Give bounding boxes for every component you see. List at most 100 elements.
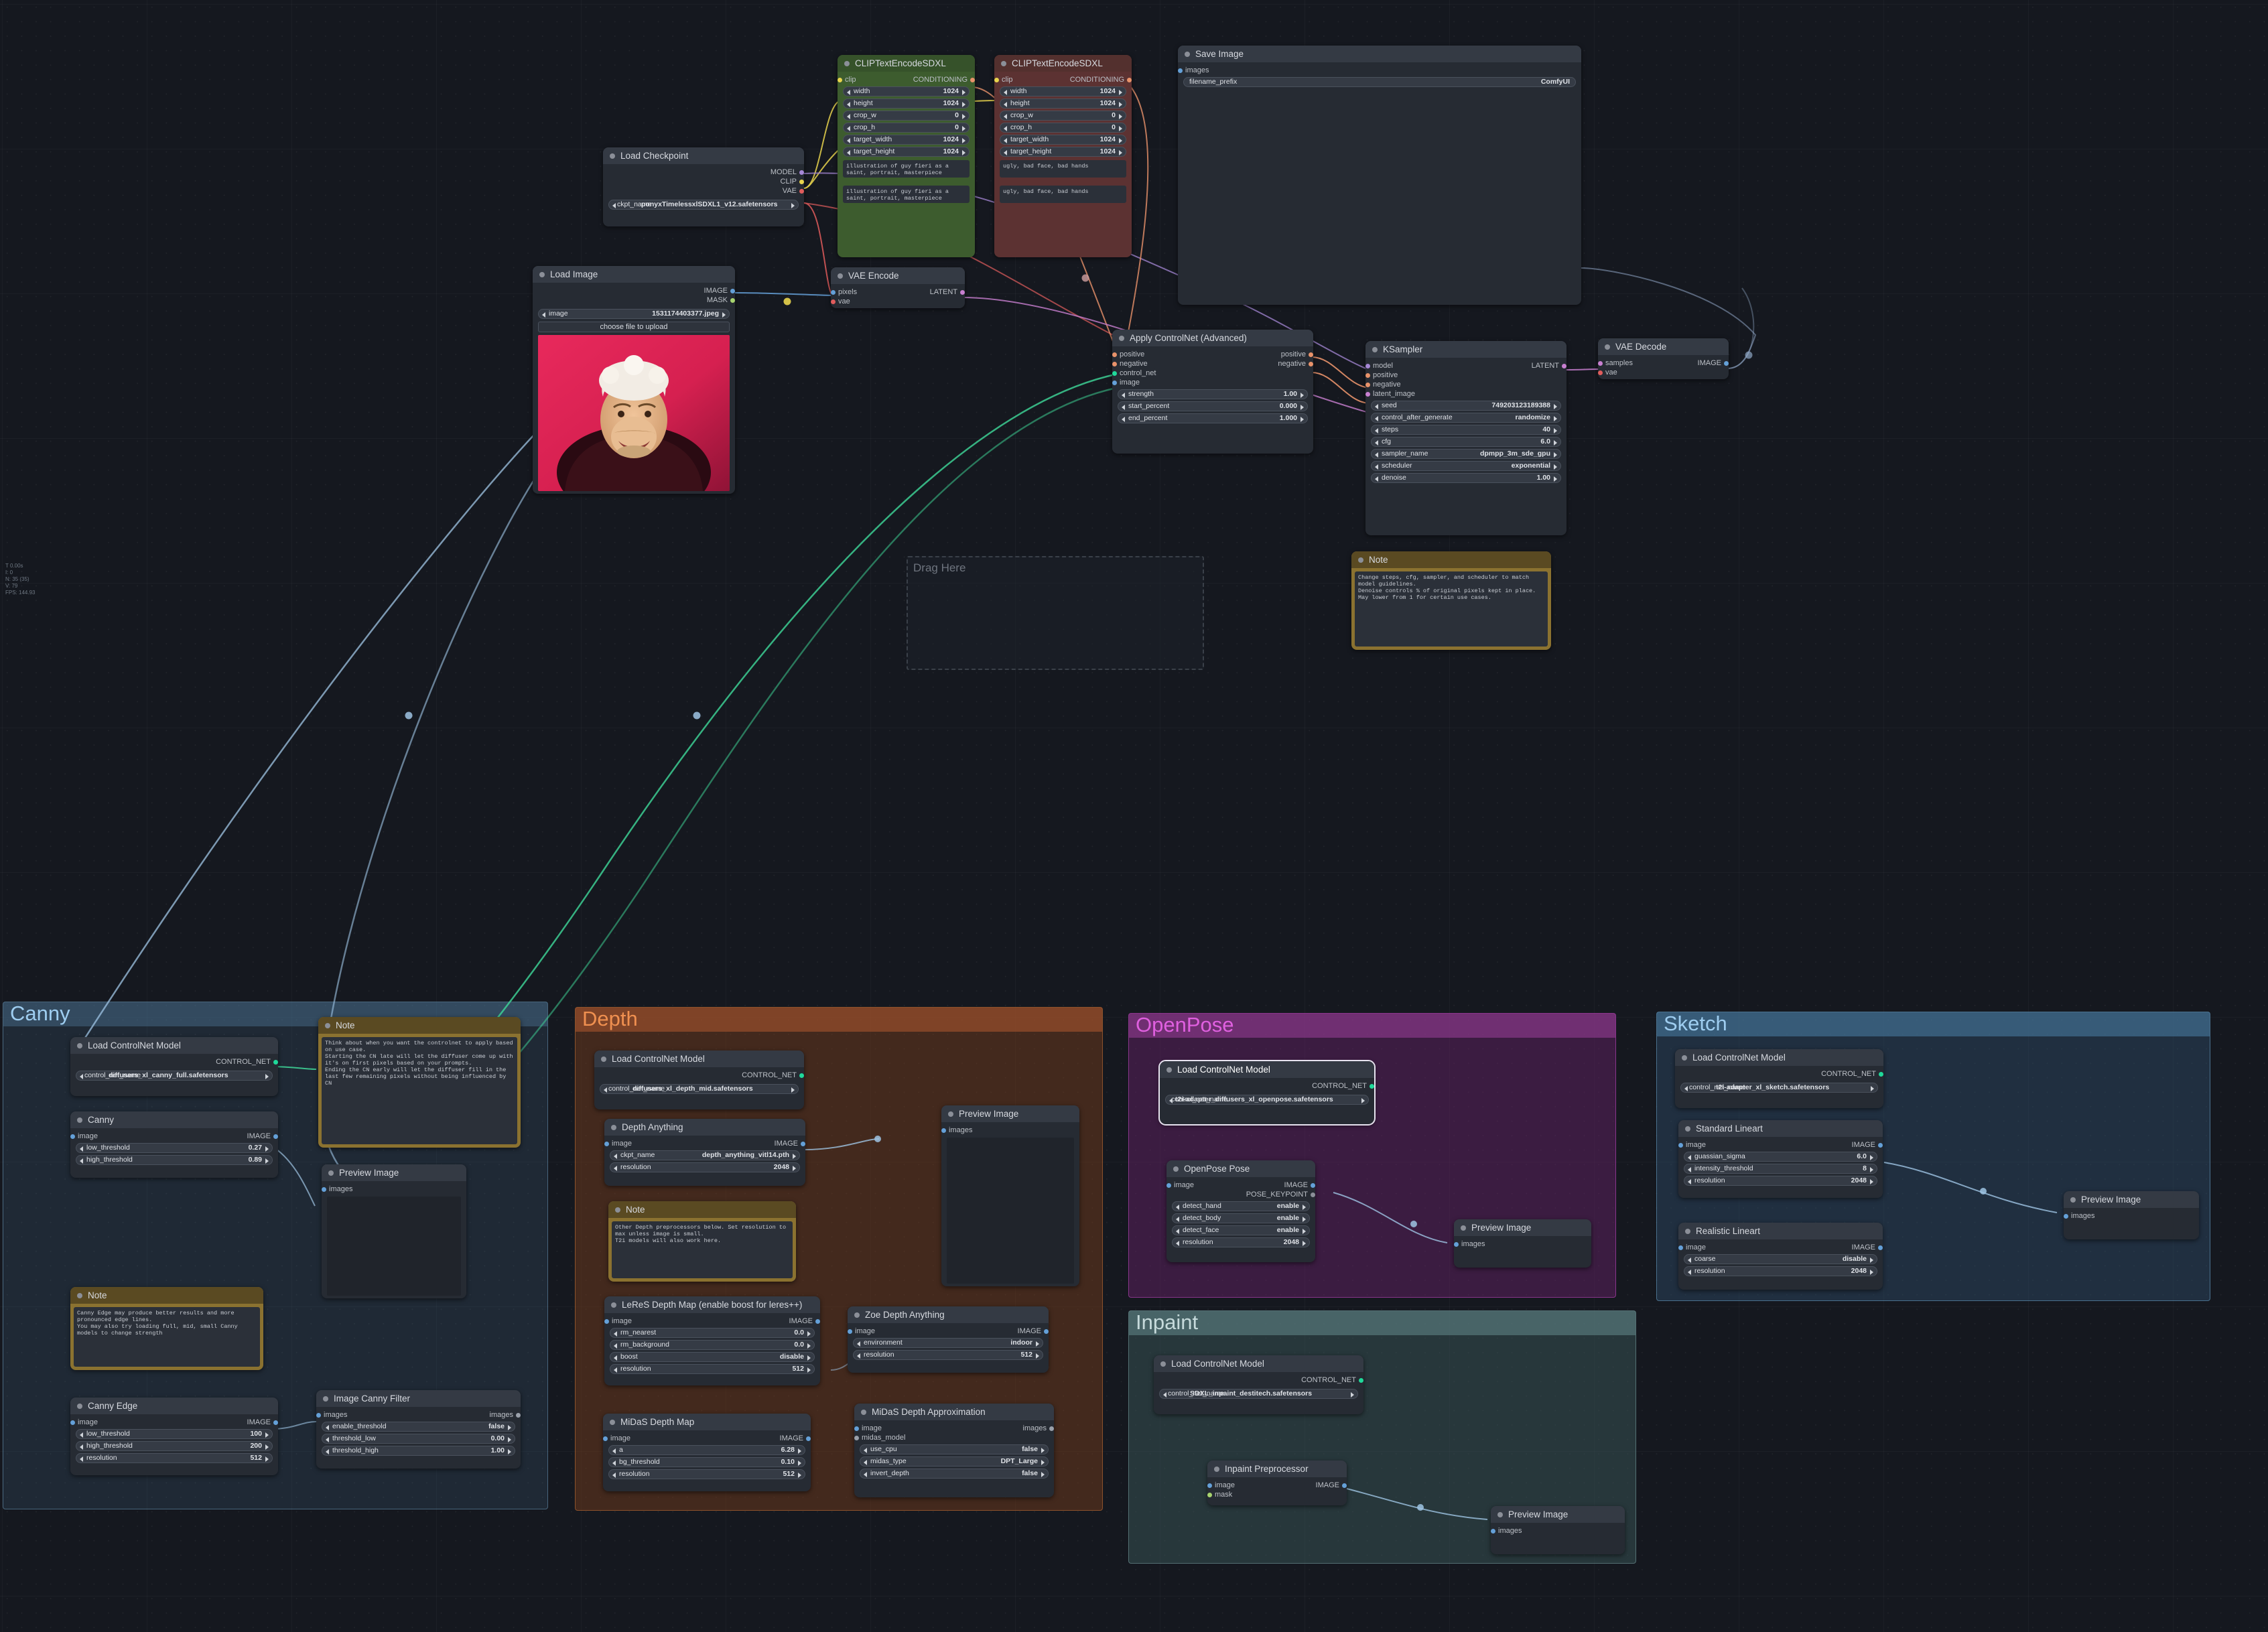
- widget-environment[interactable]: environment indoor: [853, 1338, 1043, 1348]
- note-text[interactable]: Think about when you want the controlnet…: [322, 1037, 517, 1144]
- image-input-dot[interactable]: [1112, 380, 1117, 385]
- note-text[interactable]: Canny Edge may produce better results an…: [74, 1307, 260, 1367]
- node-cliptextencodesdxl-negative[interactable]: CLIPTextEncodeSDXL clip CONDITIONING wid…: [994, 55, 1132, 257]
- image-output-dot[interactable]: [1878, 1245, 1883, 1250]
- image-input-dot[interactable]: [1166, 1182, 1171, 1188]
- negative-output-dot[interactable]: [1309, 361, 1313, 366]
- widget-ckpt-name[interactable]: ckpt_name ponyxTimelessxlSDXL1_v12.safet…: [608, 200, 799, 210]
- widget-width[interactable]: width 1024: [843, 86, 970, 96]
- widget-enable-threshold[interactable]: enable_threshold false: [322, 1422, 515, 1432]
- text-g-field[interactable]: ugly, bad face, bad hands: [1000, 160, 1126, 178]
- node-load-controlnet-model-canny[interactable]: Load ControlNet Model CONTROL_NET contro…: [70, 1037, 278, 1096]
- positive-input-dot[interactable]: [1112, 352, 1117, 357]
- node-load-controlnet-model-inpaint[interactable]: Load ControlNet Model CONTROL_NET contro…: [1154, 1355, 1363, 1414]
- node-standard-lineart[interactable]: Standard Lineart image IMAGE guassian_si…: [1678, 1120, 1883, 1198]
- widget-target-height[interactable]: target_height 1024: [1000, 147, 1126, 157]
- widget-control-after-generate[interactable]: control_after_generate randomize: [1371, 413, 1561, 423]
- control-net-output-dot[interactable]: [1370, 1083, 1374, 1089]
- model-output-dot[interactable]: [799, 169, 804, 175]
- text-l-field[interactable]: ugly, bad face, bad hands: [1000, 186, 1126, 203]
- widget-start-percent[interactable]: start_percent 0.000: [1118, 401, 1308, 411]
- drag-here-dropzone[interactable]: Drag Here: [907, 556, 1204, 670]
- control-net-output-dot[interactable]: [1879, 1071, 1883, 1077]
- node-leres-depth-map[interactable]: LeReS Depth Map (enable boost for leres+…: [604, 1296, 820, 1385]
- node-load-controlnet-model-depth[interactable]: Load ControlNet Model CONTROL_NET contro…: [594, 1050, 804, 1109]
- widget-resolution[interactable]: resolution 2048: [610, 1162, 800, 1172]
- samples-input-dot[interactable]: [1598, 360, 1603, 366]
- widget-control-net-name[interactable]: control_net_name t2i-adapter_xl_sketch.s…: [1680, 1083, 1878, 1093]
- image-input-dot[interactable]: [848, 1329, 852, 1334]
- widget-high-threshold[interactable]: high_threshold 200: [76, 1441, 273, 1451]
- node-save-image[interactable]: Save Image images filename_prefix ComfyU…: [1178, 46, 1581, 305]
- widget-resolution[interactable]: resolution 512: [610, 1364, 815, 1374]
- conditioning-output-dot[interactable]: [970, 77, 975, 82]
- widget-steps[interactable]: steps 40: [1371, 425, 1561, 435]
- latent-output-dot[interactable]: [960, 289, 965, 295]
- note-text[interactable]: Other Depth preprocessors below. Set res…: [612, 1221, 793, 1278]
- node-preview-image-depth[interactable]: Preview Image images: [941, 1105, 1079, 1286]
- widget-crop-h[interactable]: crop_h 0: [1000, 123, 1126, 133]
- image-output-dot[interactable]: [1724, 360, 1729, 366]
- vae-input-dot[interactable]: [831, 299, 836, 304]
- widget-denoise[interactable]: denoise 1.00: [1371, 473, 1561, 483]
- widget-high-threshold[interactable]: high_threshold 0.89: [76, 1155, 273, 1165]
- image-input-dot[interactable]: [603, 1436, 608, 1441]
- node-preview-image-canny[interactable]: Preview Image images: [322, 1164, 466, 1298]
- widget-coarse[interactable]: coarse disable: [1684, 1254, 1877, 1264]
- widget-intensity-threshold[interactable]: intensity_threshold 8: [1684, 1164, 1877, 1174]
- images-output-dot[interactable]: [516, 1412, 521, 1418]
- widget-resolution[interactable]: resolution 2048: [1684, 1266, 1877, 1276]
- widget-target-height[interactable]: target_height 1024: [843, 147, 970, 157]
- images-input-dot[interactable]: [316, 1412, 321, 1418]
- widget-a[interactable]: a 6.28: [608, 1445, 805, 1455]
- images-input-dot[interactable]: [941, 1128, 946, 1133]
- images-output-dot[interactable]: [1049, 1426, 1054, 1431]
- image-output-dot[interactable]: [1044, 1329, 1049, 1334]
- widget-height[interactable]: height 1024: [1000, 98, 1126, 109]
- midas-model-input-dot[interactable]: [854, 1435, 859, 1440]
- images-input-dot[interactable]: [2064, 1213, 2068, 1219]
- negative-input-dot[interactable]: [1365, 382, 1370, 387]
- widget-sampler-name[interactable]: sampler_name dpmpp_3m_sde_gpu: [1371, 449, 1561, 459]
- model-input-dot[interactable]: [1365, 363, 1370, 368]
- text-g-field[interactable]: illustration of guy fieri as a saint, po…: [843, 160, 970, 178]
- widget-target-width[interactable]: target_width 1024: [843, 135, 970, 145]
- image-output-dot[interactable]: [1311, 1182, 1315, 1188]
- node-realistic-lineart[interactable]: Realistic Lineart image IMAGE coarse disa…: [1678, 1223, 1883, 1290]
- image-input-dot[interactable]: [70, 1134, 75, 1139]
- node-load-checkpoint[interactable]: Load Checkpoint MODEL CLIP VAE ckpt_name: [603, 147, 804, 226]
- image-output-dot[interactable]: [815, 1318, 820, 1324]
- vae-input-dot[interactable]: [1598, 370, 1603, 375]
- node-image-canny-filter[interactable]: Image Canny Filter images images enable_…: [316, 1390, 521, 1469]
- vae-output-dot[interactable]: [799, 188, 804, 194]
- control-net-input-dot[interactable]: [1112, 370, 1117, 376]
- widget-width[interactable]: width 1024: [1000, 86, 1126, 96]
- widget-resolution[interactable]: resolution 512: [76, 1453, 273, 1463]
- image-input-dot[interactable]: [1678, 1245, 1683, 1250]
- widget-strength[interactable]: strength 1.00: [1118, 389, 1308, 399]
- node-preview-image-openpose[interactable]: Preview Image images: [1454, 1219, 1591, 1268]
- widget-control-net-name[interactable]: control_net_name diffusers_xl_canny_full…: [76, 1071, 273, 1081]
- negative-input-dot[interactable]: [1112, 361, 1117, 366]
- node-preview-image-sketch[interactable]: Preview Image images: [2064, 1191, 2199, 1239]
- widget-image[interactable]: image 1531174403377.jpeg: [538, 309, 730, 319]
- widget-guassian-sigma[interactable]: guassian_sigma 6.0: [1684, 1152, 1877, 1162]
- latent-image-input-dot[interactable]: [1365, 391, 1370, 397]
- image-output-dot[interactable]: [1342, 1483, 1347, 1488]
- latent-output-dot[interactable]: [1562, 363, 1566, 368]
- positive-input-dot[interactable]: [1365, 372, 1370, 378]
- widget-bg-threshold[interactable]: bg_threshold 0.10: [608, 1457, 805, 1467]
- positive-output-dot[interactable]: [1309, 352, 1313, 357]
- widget-detect-face[interactable]: detect_face enable: [1172, 1225, 1310, 1235]
- node-midas-depth-map[interactable]: MiDaS Depth Map image IMAGE a 6.28 bg_thr…: [603, 1414, 811, 1491]
- node-note-canny-timing[interactable]: Note Think about when you want the contr…: [318, 1017, 521, 1148]
- widget-crop-w[interactable]: crop_w 0: [1000, 111, 1126, 121]
- node-canny[interactable]: Canny image IMAGE low_threshold 0.27 high…: [70, 1111, 278, 1178]
- widget-detect-hand[interactable]: detect_hand enable: [1172, 1201, 1310, 1211]
- node-openpose-pose[interactable]: OpenPose Pose image IMAGE POSE_KEYPOINT …: [1166, 1160, 1315, 1262]
- clip-input-dot[interactable]: [994, 77, 999, 82]
- widget-resolution[interactable]: resolution 2048: [1172, 1237, 1310, 1247]
- widget-control-net-name[interactable]: control_net_name SDXL_inpaint_destitech.…: [1159, 1389, 1358, 1399]
- widget-cfg[interactable]: cfg 6.0: [1371, 437, 1561, 447]
- image-output-dot[interactable]: [1878, 1142, 1883, 1148]
